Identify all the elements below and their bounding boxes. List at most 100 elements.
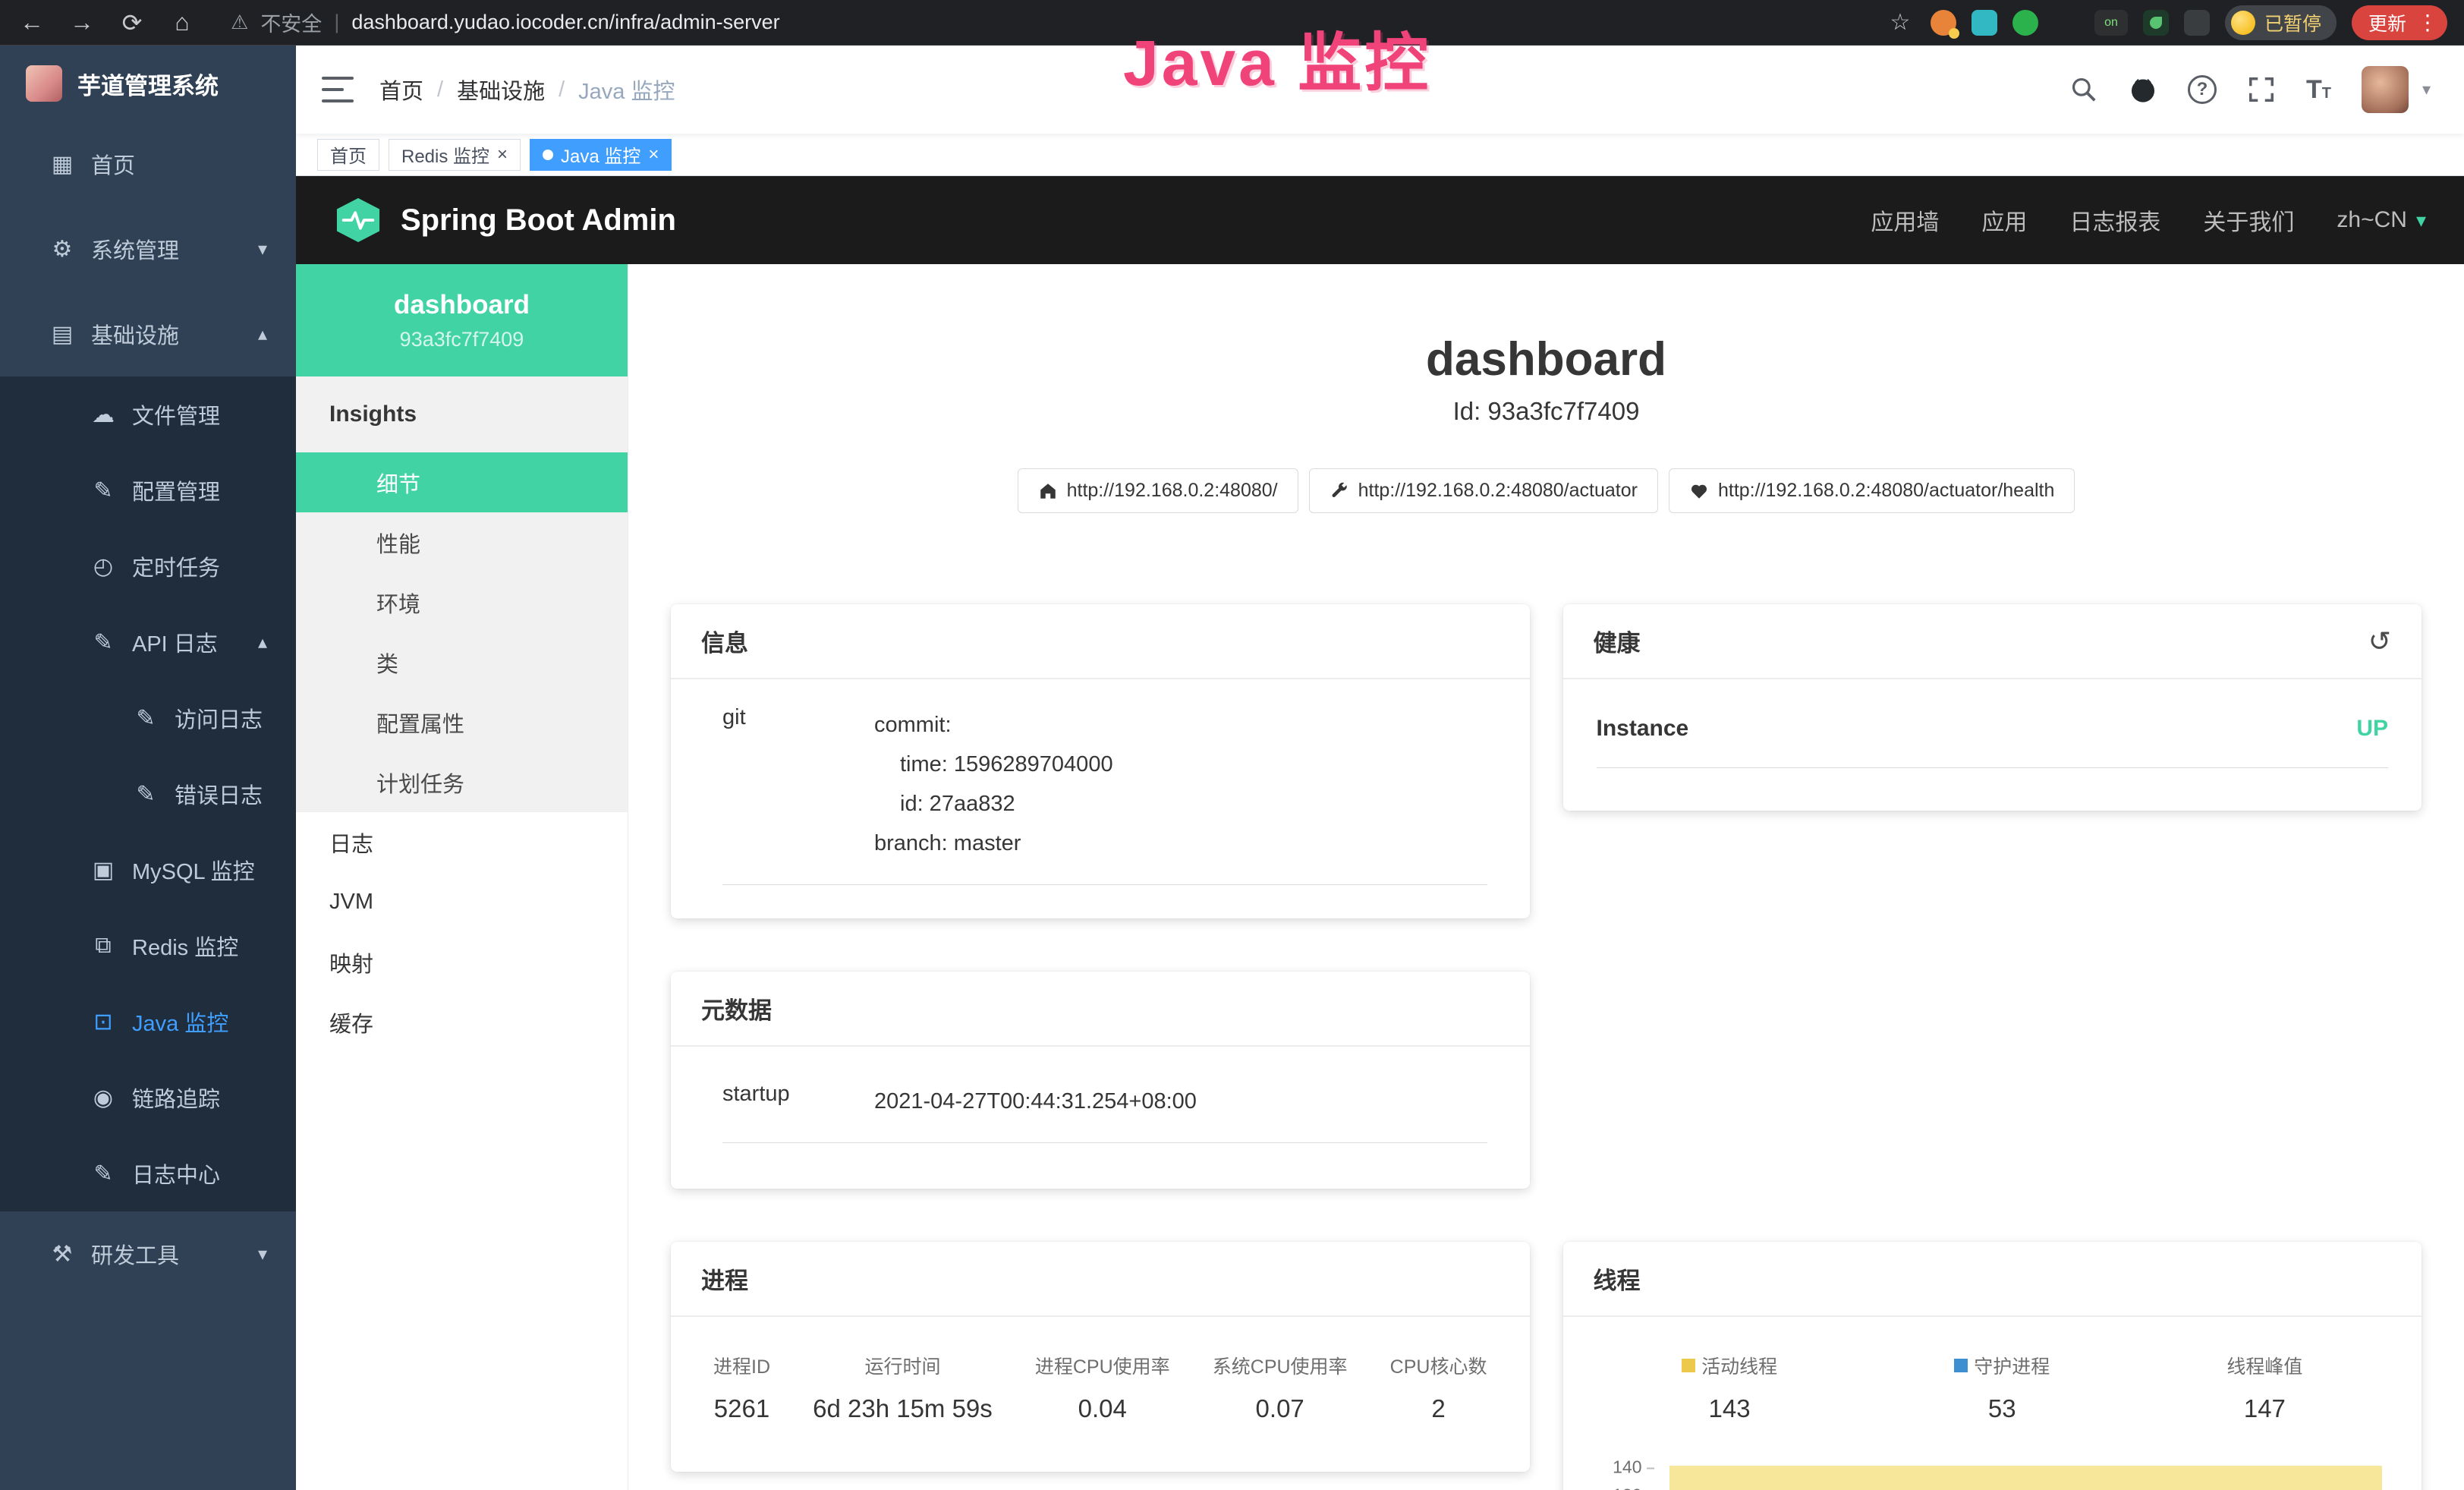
- health-card: 健康 ↺ Instance UP: [1563, 604, 2422, 811]
- link-label: http://192.168.0.2:48080/: [1067, 480, 1278, 502]
- home-icon: [1038, 481, 1058, 501]
- health-card-header: 健康 ↺: [1563, 604, 2422, 679]
- sba-nav-关于我们[interactable]: 关于我们: [2203, 203, 2294, 237]
- url-text: dashboard.yudao.iocoder.cn/infra/admin-s…: [351, 11, 779, 34]
- extension-icon-green[interactable]: [2012, 10, 2038, 36]
- sidebar-item-Redis 监控[interactable]: ⧉Redis 监控: [0, 908, 296, 984]
- stat-value: 0.04: [1035, 1394, 1170, 1423]
- sidebar-item-label: 研发工具: [91, 1238, 179, 1270]
- sba-sidebar-item-细节[interactable]: 细节: [296, 452, 628, 512]
- sidebar-item-系统管理[interactable]: ⚙系统管理▾: [0, 206, 296, 291]
- font-size-icon[interactable]: TT: [2306, 75, 2331, 105]
- instance-link[interactable]: http://192.168.0.2:48080/actuator/health: [1669, 468, 2075, 513]
- profile-chip[interactable]: 已暂停: [2225, 5, 2337, 40]
- sidebar-item-配置管理[interactable]: ✎配置管理: [0, 452, 296, 528]
- extension-icon-puzzle[interactable]: [2184, 10, 2210, 36]
- sba-sidebar-item-性能[interactable]: 性能: [296, 512, 628, 572]
- address-bar[interactable]: ⚠ 不安全 | dashboard.yudao.iocoder.cn/infra…: [217, 6, 1865, 39]
- close-icon[interactable]: ×: [648, 144, 659, 165]
- spring-boot-admin-logo: [334, 197, 382, 243]
- edit-icon: ✎: [85, 477, 121, 504]
- fullscreen-icon[interactable]: [2247, 75, 2276, 104]
- sba-nav-应用墙[interactable]: 应用墙: [1871, 203, 1939, 237]
- info-value: commit:time: 1596289704000id: 27aa832bra…: [874, 705, 1487, 863]
- stat-label: 守护进程: [1954, 1352, 2050, 1379]
- stat-label-text: CPU核心数: [1390, 1352, 1487, 1379]
- close-icon[interactable]: ×: [497, 144, 508, 165]
- sidebar-item-日志中心[interactable]: ✎日志中心: [0, 1136, 296, 1211]
- breadcrumb-item[interactable]: 基础设施: [457, 74, 545, 106]
- table-row: git commit:time: 1596289704000id: 27aa83…: [722, 705, 1487, 885]
- help-icon[interactable]: ?: [2188, 75, 2217, 104]
- breadcrumb-item[interactable]: 首页: [379, 74, 423, 106]
- security-label: 不安全: [260, 8, 322, 37]
- tab-Redis 监控[interactable]: Redis 监控×: [389, 139, 521, 171]
- sidebar-item-文件管理[interactable]: ☁文件管理: [0, 376, 296, 452]
- forward-button[interactable]: →: [67, 8, 97, 36]
- reload-button[interactable]: ⟳: [117, 8, 147, 37]
- git-line: branch: master: [874, 824, 1487, 863]
- locale-selector[interactable]: zh~CN ▾: [2337, 207, 2426, 233]
- process-card: 进程 进程ID5261运行时间6d 23h 15m 59s进程CPU使用率0.0…: [671, 1242, 1530, 1472]
- card-title: 元数据: [701, 991, 772, 1025]
- sba-nav-日志报表[interactable]: 日志报表: [2069, 203, 2160, 237]
- stat-label-text: 线程峰值: [2226, 1352, 2302, 1379]
- extension-icon-grid[interactable]: [2053, 10, 2079, 36]
- admin-menu: ▦首页⚙系统管理▾▤基础设施▴☁文件管理✎配置管理◴定时任务✎API 日志▴✎访…: [0, 121, 296, 1296]
- sba-sidebar-item-配置属性[interactable]: 配置属性: [296, 692, 628, 752]
- sidebar-item-定时任务[interactable]: ◴定时任务: [0, 528, 296, 604]
- sba-sidebar-item-计划任务[interactable]: 计划任务: [296, 752, 628, 812]
- card-title: 进程: [701, 1262, 748, 1296]
- instance-link[interactable]: http://192.168.0.2:48080/: [1018, 468, 1298, 513]
- admin-sidebar: 芋道管理系统 ▦首页⚙系统管理▾▤基础设施▴☁文件管理✎配置管理◴定时任务✎AP…: [0, 46, 296, 1490]
- sidebar-item-API 日志[interactable]: ✎API 日志▴: [0, 604, 296, 680]
- sba-sidebar-item-缓存[interactable]: 缓存: [296, 992, 628, 1052]
- redis-monitor-icon: ⧉: [85, 933, 121, 959]
- user-avatar[interactable]: [2362, 66, 2409, 113]
- sidebar-item-Java 监控[interactable]: ⊡Java 监控: [0, 984, 296, 1060]
- stat-label-text: 进程CPU使用率: [1035, 1352, 1170, 1379]
- bookmark-star-icon[interactable]: ☆: [1885, 9, 1915, 36]
- metadata-card-body: startup 2021-04-27T00:44:31.254+08:00: [671, 1047, 1530, 1189]
- extension-icon-leaf[interactable]: [2143, 10, 2169, 36]
- sidebar-item-研发工具[interactable]: ⚒研发工具▾: [0, 1211, 296, 1296]
- sidebar-item-label: 基础设施: [91, 318, 179, 350]
- sidebar-item-访问日志[interactable]: ✎访问日志: [0, 680, 296, 756]
- sba-sidebar-item-类[interactable]: 类: [296, 632, 628, 692]
- menu-kebab-icon[interactable]: ⋮: [2417, 10, 2438, 35]
- hamburger-icon[interactable]: [322, 77, 354, 102]
- sidebar-item-错误日志[interactable]: ✎错误日志: [0, 756, 296, 832]
- update-button[interactable]: 更新 ⋮: [2352, 5, 2447, 40]
- tab-Java 监控[interactable]: Java 监控×: [530, 139, 672, 171]
- browser-extensions: ☆ on 已暂停 更新 ⋮: [1885, 5, 2447, 40]
- tab-首页[interactable]: 首页: [317, 139, 379, 171]
- sba-sidebar-item-环境[interactable]: 环境: [296, 572, 628, 632]
- sidebar-item-链路追踪[interactable]: ◉链路追踪: [0, 1060, 296, 1136]
- stat-value: 2: [1390, 1394, 1487, 1423]
- stat-label-text: 系统CPU使用率: [1213, 1352, 1348, 1379]
- sba-header: Spring Boot Admin 应用墙应用日志报表关于我们 zh~CN ▾: [296, 176, 2464, 264]
- search-icon[interactable]: [2069, 75, 2098, 104]
- sba-sidebar-item-JVM[interactable]: JVM: [296, 872, 628, 932]
- back-button[interactable]: ←: [17, 8, 47, 36]
- home-button[interactable]: ⌂: [167, 8, 197, 36]
- history-icon[interactable]: ↺: [2368, 625, 2391, 657]
- extension-icon-drop[interactable]: [1972, 10, 1997, 36]
- instance-selector[interactable]: dashboard 93a3fc7f7409: [296, 264, 628, 376]
- github-icon[interactable]: [2129, 75, 2157, 104]
- sba-sidebar-item-映射[interactable]: 映射: [296, 932, 628, 992]
- sba-nav-应用[interactable]: 应用: [1981, 203, 2027, 237]
- sidebar-item-MySQL 监控[interactable]: ▣MySQL 监控: [0, 832, 296, 908]
- info-card-title: 信息: [671, 604, 1530, 679]
- sidebar-item-首页[interactable]: ▦首页: [0, 121, 296, 206]
- sba-sidebar-item-日志[interactable]: 日志: [296, 812, 628, 872]
- stat-value: 0.07: [1213, 1394, 1348, 1423]
- instance-link[interactable]: http://192.168.0.2:48080/actuator: [1309, 468, 1658, 513]
- sidebar-item-基础设施[interactable]: ▤基础设施▴: [0, 291, 296, 376]
- insights-group-title: Insights: [296, 376, 628, 452]
- table-row: Instance UP: [1597, 716, 2389, 768]
- extension-icon-switch[interactable]: on: [2094, 10, 2128, 36]
- card-title: 信息: [701, 624, 748, 658]
- sidebar-item-label: MySQL 监控: [132, 854, 255, 886]
- extension-icon-fox[interactable]: [1931, 10, 1956, 36]
